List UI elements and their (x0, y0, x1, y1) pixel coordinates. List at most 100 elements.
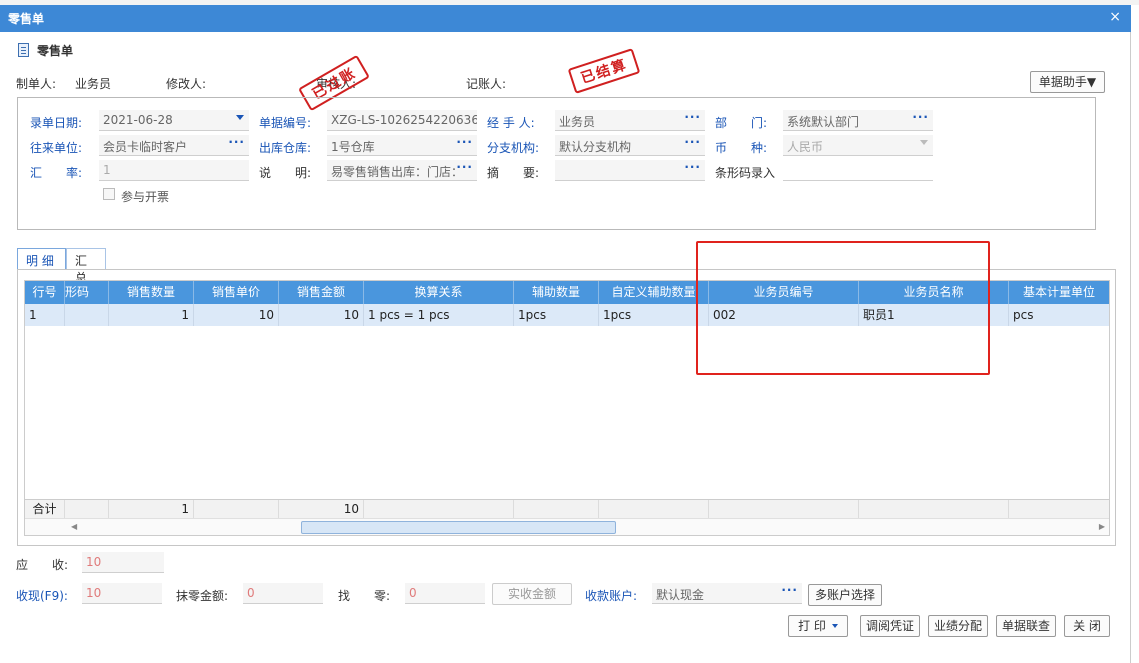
total-qty: 1 (109, 500, 194, 519)
close-icon[interactable]: × (1109, 9, 1121, 25)
date-field[interactable]: 2021-06-28 (99, 110, 249, 131)
round-value: 0 (247, 586, 255, 600)
dept-label: 部 门: (715, 116, 768, 130)
note-field[interactable]: 易零售销售出库：门店： ··· (327, 160, 477, 181)
more-icon[interactable]: ··· (456, 160, 473, 174)
branch-field[interactable]: 默认分支机构 ··· (555, 135, 705, 156)
rate-field[interactable]: 1 (99, 160, 249, 181)
more-icon[interactable]: ··· (912, 110, 929, 124)
cell-barcode[interactable] (65, 304, 109, 326)
col-header[interactable]: 销售数量 (109, 281, 194, 304)
more-icon[interactable]: ··· (684, 110, 701, 124)
total-cell (599, 500, 709, 519)
barcode-input[interactable] (783, 160, 933, 181)
summary-field[interactable]: ··· (555, 160, 705, 181)
note-value: 易零售销售出库：门店： (331, 165, 464, 179)
col-header[interactable]: 换算关系 (364, 281, 514, 304)
billno-field[interactable]: XZG-LS-102625422063697 (327, 110, 477, 131)
currency-field[interactable]: 人民币 (783, 135, 933, 156)
warehouse-field[interactable]: 1号仓库 ··· (327, 135, 477, 156)
total-amount: 10 (279, 500, 364, 519)
actual-amount-button[interactable]: 实收金额 (492, 583, 572, 605)
partner-label: 往来单位: (30, 141, 83, 155)
warehouse-label: 出库仓库: (259, 141, 312, 155)
col-header[interactable]: 销售金额 (279, 281, 364, 304)
summary-label: 摘 要: (487, 166, 540, 180)
col-header[interactable]: 形码 (65, 281, 109, 304)
tab-summary[interactable]: 汇 总 (66, 248, 106, 285)
total-cell (65, 500, 109, 519)
multi-account-button[interactable]: 多账户选择 (808, 584, 882, 606)
close-button[interactable]: 关 闭 (1064, 615, 1110, 637)
change-field: 0 (405, 583, 485, 604)
grid-total-row: 合计 1 10 (25, 499, 1109, 519)
chevron-down-icon (831, 624, 838, 628)
change-label: 找 零: (338, 589, 391, 603)
invoice-checkbox-label: 参与开票 (121, 190, 170, 204)
view-voucher-button[interactable]: 调阅凭证 (860, 615, 920, 637)
print-button[interactable]: 打 印 (788, 615, 848, 637)
more-icon[interactable]: ··· (684, 135, 701, 149)
more-icon[interactable]: ··· (781, 583, 798, 597)
bill-helper-button[interactable]: 单据助手▼ (1030, 71, 1105, 93)
cash-field[interactable]: 10 (82, 583, 162, 604)
warehouse-value: 1号仓库 (331, 140, 375, 154)
window-titlebar: 零售单 × (0, 5, 1131, 32)
total-cell (364, 500, 514, 519)
more-icon[interactable]: ··· (684, 160, 701, 174)
more-icon[interactable]: ··· (456, 135, 473, 149)
scrollbar-thumb[interactable] (301, 521, 616, 534)
dept-value: 系统默认部门 (787, 115, 860, 129)
scroll-right-icon[interactable]: ▶ (1099, 522, 1105, 531)
partner-value: 会员卡临时客户 (103, 140, 188, 154)
cell-aux-qty[interactable]: 1pcs (514, 304, 599, 326)
dept-field[interactable]: 系统默认部门 ··· (783, 110, 933, 131)
col-header[interactable]: 辅助数量 (514, 281, 599, 304)
maker-value: 业务员 (75, 77, 112, 91)
col-header[interactable]: 基本计量单位 (1009, 281, 1109, 304)
col-header[interactable]: 行号 (25, 281, 65, 304)
bookkeeper-label: 记账人: (466, 77, 507, 91)
col-header[interactable]: 销售单价 (194, 281, 279, 304)
total-label: 合计 (25, 500, 65, 519)
modifier-label: 修改人: (166, 77, 207, 91)
invoice-checkbox[interactable] (103, 188, 115, 200)
performance-button[interactable]: 业绩分配 (928, 615, 988, 637)
cell-conversion[interactable]: 1 pcs = 1 pcs (364, 304, 514, 326)
scroll-left-icon[interactable]: ◀ (71, 522, 77, 531)
highlight-annotation-box (696, 241, 990, 375)
round-field[interactable]: 0 (243, 583, 323, 604)
cash-value: 10 (86, 586, 102, 600)
bill-link-button[interactable]: 单据联查 (996, 615, 1056, 637)
retail-bill-window: 零售单 制单人: 业务员 修改人: 审核人: 记账人: 已过账 已结算 单据助手… (0, 32, 1131, 663)
horizontal-scrollbar[interactable]: ◀ ▶ (25, 518, 1109, 535)
chevron-down-icon[interactable] (236, 115, 244, 120)
handler-value: 业务员 (559, 115, 596, 129)
more-icon[interactable]: ··· (228, 135, 245, 149)
rate-label: 汇 率: (30, 166, 83, 180)
col-header[interactable]: 自定义辅助数量 (599, 281, 709, 304)
branch-label: 分支机构: (487, 141, 540, 155)
rate-value: 1 (103, 163, 111, 177)
maker-label: 制单人: (16, 77, 57, 91)
handler-field[interactable]: 业务员 ··· (555, 110, 705, 131)
document-icon (18, 43, 29, 57)
total-cell (194, 500, 279, 519)
settled-stamp: 已结算 (567, 48, 641, 94)
cell-base-unit[interactable]: pcs (1009, 304, 1109, 326)
print-button-label: 打 印 (798, 619, 826, 633)
partner-field[interactable]: 会员卡临时客户 ··· (99, 135, 249, 156)
cell-amount[interactable]: 10 (279, 304, 364, 326)
account-field[interactable]: 默认现金 ··· (652, 583, 802, 604)
note-label: 说 明: (259, 166, 312, 180)
window-title: 零售单 (8, 12, 45, 26)
cell-line-no[interactable]: 1 (25, 304, 65, 326)
cell-qty[interactable]: 1 (109, 304, 194, 326)
cell-price[interactable]: 10 (194, 304, 279, 326)
cell-custom-aux-qty[interactable]: 1pcs (599, 304, 709, 326)
document-title-text: 零售单 (37, 44, 74, 58)
barcode-label: 条形码录入 (715, 166, 776, 180)
chevron-down-icon[interactable] (920, 140, 928, 145)
cash-label: 收现(F9): (16, 589, 68, 603)
tab-detail[interactable]: 明 细 (17, 248, 66, 270)
